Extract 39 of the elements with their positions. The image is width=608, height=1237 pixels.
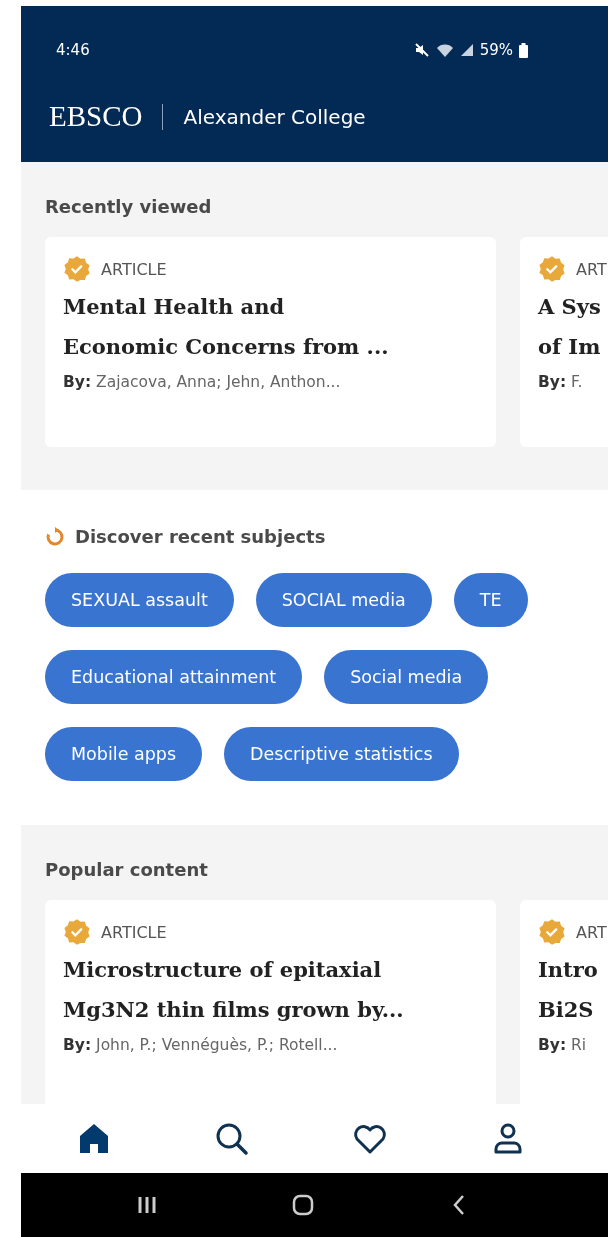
status-time: 4:46 <box>56 41 90 59</box>
wifi-icon <box>435 42 454 58</box>
battery-percent: 59% <box>479 41 513 59</box>
subject-chip[interactable]: Social media <box>324 650 489 704</box>
subject-chip[interactable]: SEXUAL assault <box>45 573 234 627</box>
article-title: Mental Health and Economic Concerns from ... <box>63 293 389 361</box>
content-type-label: ART <box>576 259 607 279</box>
verified-badge-icon <box>63 255 91 283</box>
article-authors: By: Zajacova, Anna; Jehn, Anthon... <box>63 373 341 391</box>
content-type-label: ART <box>576 922 607 942</box>
subject-chip[interactable]: Descriptive statistics <box>224 727 459 781</box>
subject-chip[interactable]: Mobile apps <box>45 727 203 781</box>
content-type-label: ARTICLE <box>101 922 167 942</box>
article-title: A Sys of Im <box>538 293 601 361</box>
content-type-label: ARTICLE <box>101 259 167 279</box>
article-card[interactable]: ART A Sys of Im By: F. <box>520 237 608 447</box>
section-heading: Popular content <box>45 859 209 880</box>
verified-badge-icon <box>538 255 566 283</box>
subject-chip[interactable]: SOCIAL media <box>255 573 432 627</box>
verified-badge-icon <box>538 918 566 946</box>
article-authors: By: Ri <box>538 1036 587 1054</box>
article-card[interactable]: ART Intro Bi2S By: Ri <box>520 900 608 1104</box>
section-heading: Recently viewed <box>45 196 213 217</box>
mute-icon <box>413 42 430 58</box>
institution-name: Alexander College <box>183 104 366 129</box>
article-authors: By: F. <box>538 373 583 391</box>
article-title: Intro Bi2S <box>538 956 598 1024</box>
signal-icon <box>459 43 474 57</box>
verified-badge-icon <box>63 918 91 946</box>
battery-icon <box>519 42 528 58</box>
article-title: Microstructure of epitaxial Mg3N2 thin films grown by... <box>63 956 404 1024</box>
subject-chip[interactable]: TE <box>453 573 528 627</box>
section-heading: Discover recent subjects <box>75 526 326 547</box>
brand-logo: EBSCO <box>49 100 143 133</box>
refresh-icon <box>45 526 65 547</box>
subject-chip[interactable]: Educational attainment <box>45 650 303 704</box>
article-card[interactable]: ARTICLE Mental Health and Economic Concerns from ... By: Zajacova, Anna; Jehn, Anthon... <box>45 237 496 447</box>
article-card[interactable]: ARTICLE Microstructure of epitaxial Mg3N2 thin films grown by... By: John, P.; Vennéguès, P.; Rotell... <box>45 900 496 1104</box>
article-authors: By: John, P.; Vennéguès, P.; Rotell... <box>63 1036 338 1054</box>
